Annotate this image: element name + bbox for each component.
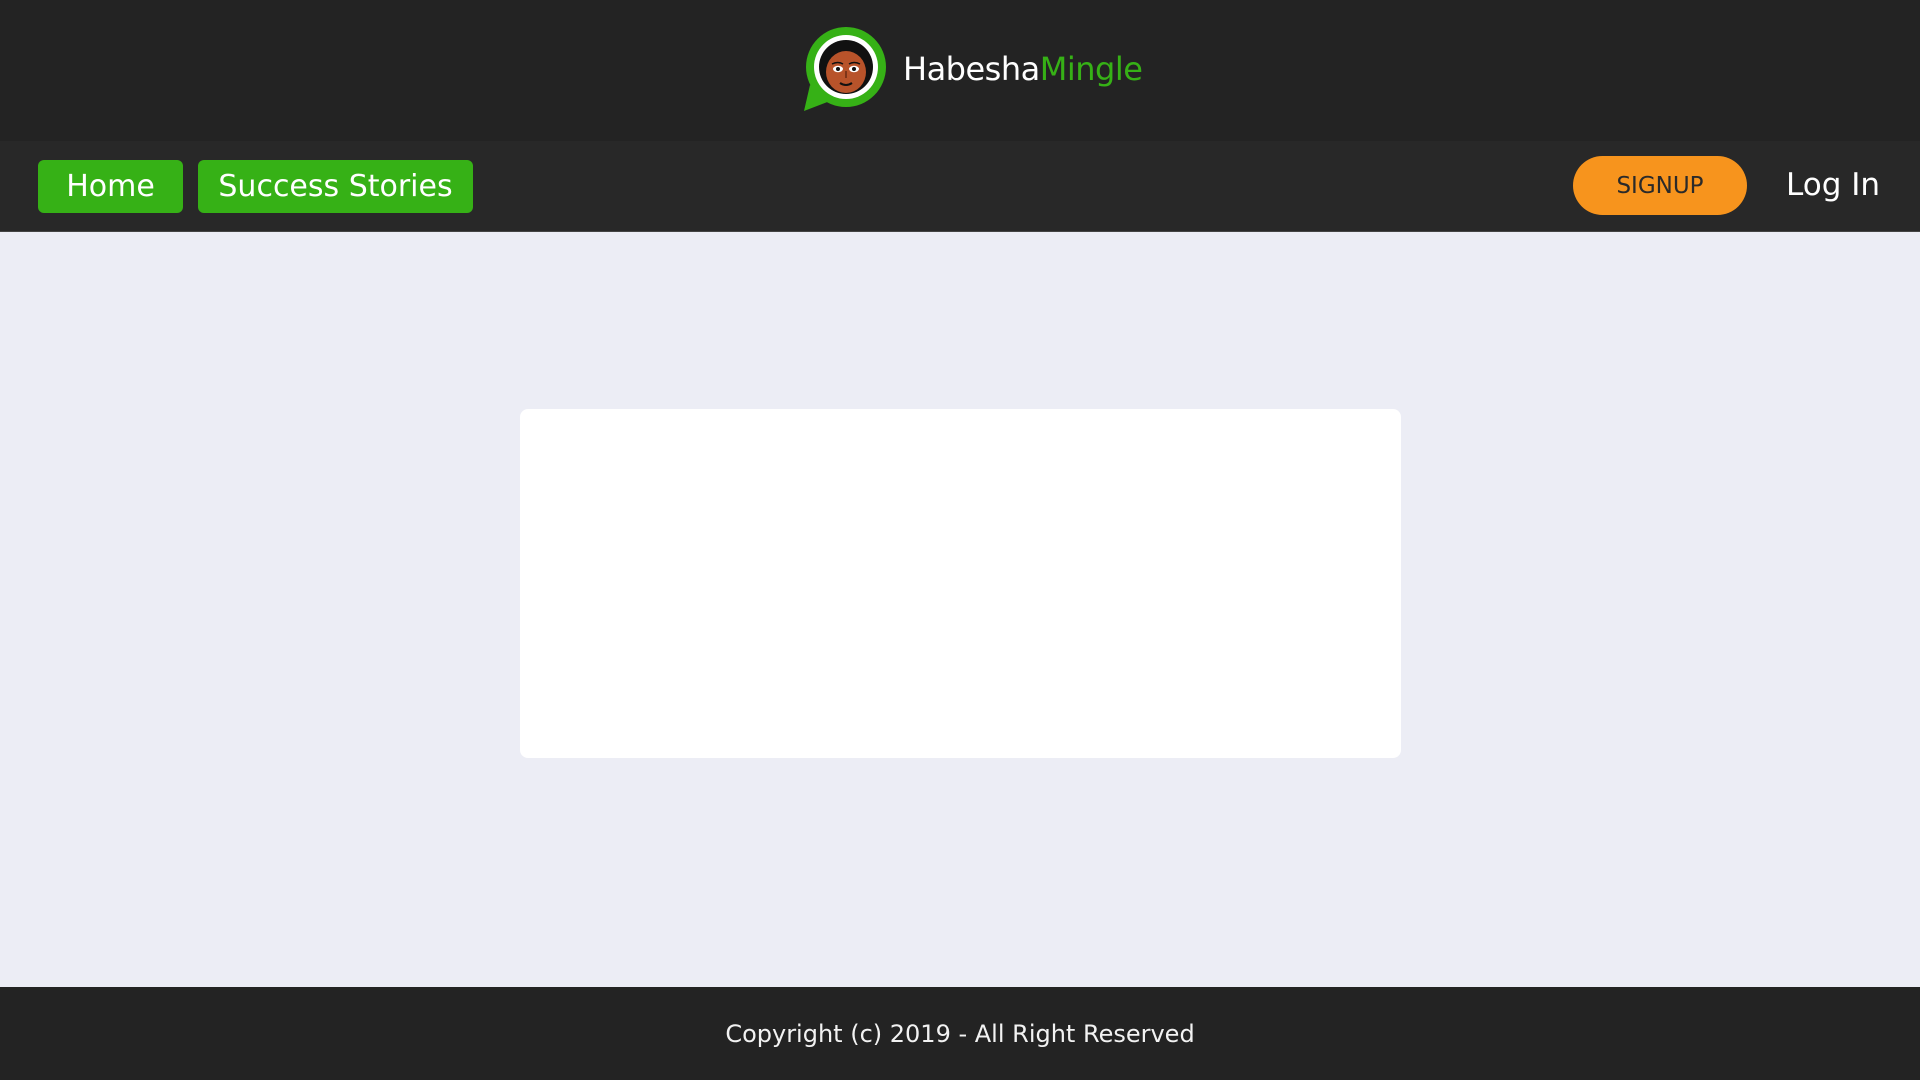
main-nav: Home Success Stories SIGNUP Log In bbox=[0, 141, 1920, 232]
brand-header: HabeshaMingle bbox=[0, 0, 1920, 141]
main-content bbox=[0, 232, 1920, 987]
brand-name: HabeshaMingle bbox=[903, 50, 1143, 88]
avatar-chat-bubble-icon bbox=[804, 27, 886, 111]
brand-name-part-1: Habesha bbox=[903, 50, 1040, 88]
page-footer: Copyright (c) 2019 - All Right Reserved bbox=[0, 987, 1920, 1080]
brand-name-part-2: Mingle bbox=[1039, 50, 1143, 88]
nav-home-button[interactable]: Home bbox=[38, 160, 183, 213]
copyright-text: Copyright (c) 2019 - All Right Reserved bbox=[725, 1019, 1195, 1048]
content-card bbox=[520, 409, 1401, 758]
signup-button[interactable]: SIGNUP bbox=[1573, 156, 1747, 215]
login-link[interactable]: Log In bbox=[1786, 162, 1880, 208]
brand-logo-link[interactable]: HabeshaMingle bbox=[804, 27, 1143, 111]
nav-success-stories-button[interactable]: Success Stories bbox=[198, 160, 473, 213]
